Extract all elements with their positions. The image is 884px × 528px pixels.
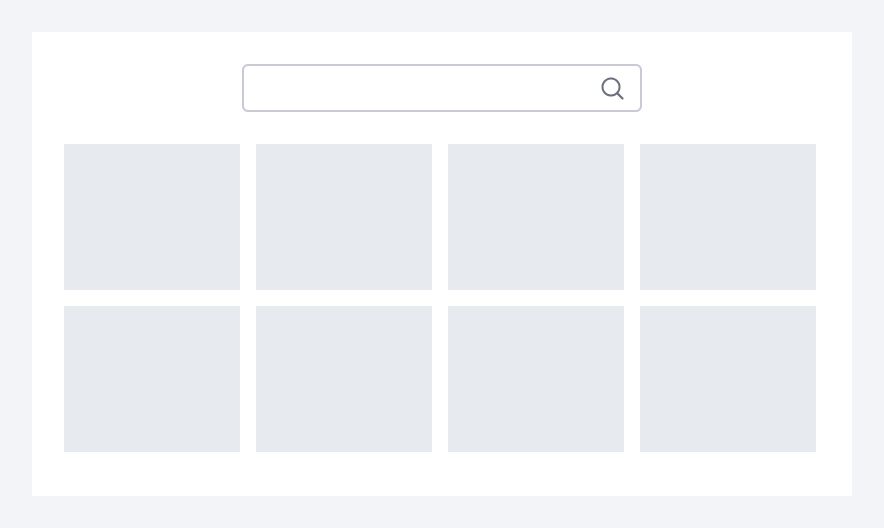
search-icon[interactable] xyxy=(600,76,626,102)
search-input[interactable] xyxy=(244,66,584,110)
grid-tile[interactable] xyxy=(448,144,624,290)
content-panel xyxy=(32,32,852,496)
grid-tile[interactable] xyxy=(448,306,624,452)
search-bar[interactable] xyxy=(242,64,642,112)
grid-tile[interactable] xyxy=(640,144,816,290)
grid-tile[interactable] xyxy=(256,306,432,452)
grid-tile[interactable] xyxy=(640,306,816,452)
grid-tile[interactable] xyxy=(64,306,240,452)
grid-tile[interactable] xyxy=(64,144,240,290)
tile-grid xyxy=(64,144,816,452)
grid-tile[interactable] xyxy=(256,144,432,290)
